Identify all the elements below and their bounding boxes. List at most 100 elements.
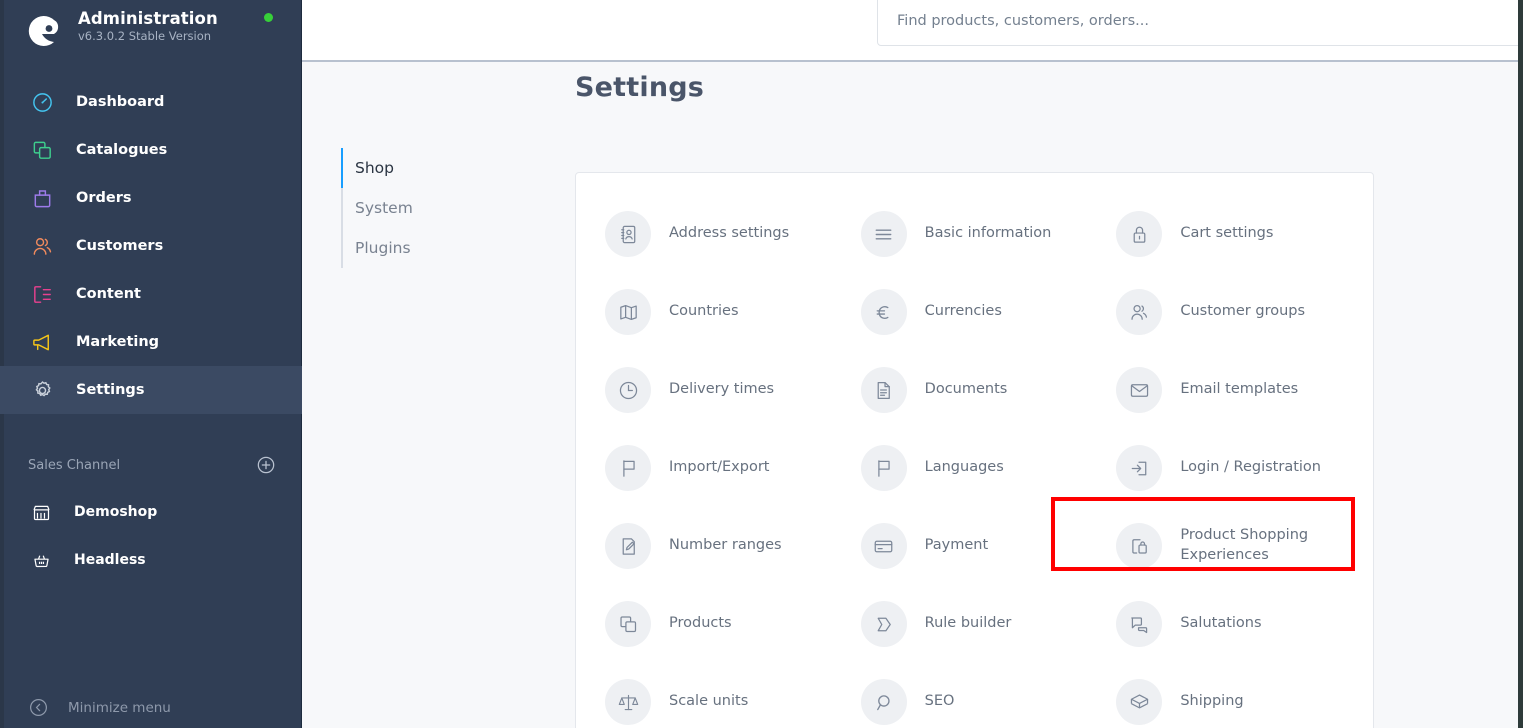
settings-tile-products[interactable]: Products <box>596 585 852 663</box>
settings-gear-icon <box>28 376 56 404</box>
settings-tile-label: Scale units <box>669 693 749 710</box>
sales-channel-list: Demoshop Headless <box>0 488 302 584</box>
sales-channel-demoshop[interactable]: Demoshop <box>0 488 302 536</box>
settings-tile-label: Countries <box>669 303 739 320</box>
right-edge-strip <box>1518 0 1523 728</box>
content-layout-icon <box>28 280 56 308</box>
settings-tile-import-export[interactable]: Import/Export <box>596 429 852 507</box>
sidebar-item-customers[interactable]: Customers <box>0 222 302 270</box>
settings-tile-grid: Address settings Basic information Cart … <box>576 173 1373 728</box>
settings-tile-label: Delivery times <box>669 381 775 398</box>
chevron-left-circle-icon <box>28 697 50 719</box>
subnav-label: Shop <box>355 159 394 177</box>
storefront-icon <box>28 499 54 525</box>
settings-tile-product-shopping-experiences[interactable]: Product Shopping Experiences <box>1107 507 1363 585</box>
settings-tile-label: Languages <box>924 459 1004 476</box>
settings-tile-delivery-times[interactable]: Delivery times <box>596 351 852 429</box>
plus-circle-icon[interactable] <box>256 455 276 475</box>
settings-tile-label: Products <box>669 615 732 632</box>
settings-tile-cart-settings[interactable]: Cart settings <box>1107 195 1363 273</box>
sidebar-item-label: Dashboard <box>76 94 165 110</box>
minimize-menu-label: Minimize menu <box>68 700 171 716</box>
products-stack-icon <box>605 601 651 647</box>
sales-channel-label: Demoshop <box>74 504 158 520</box>
euro-icon <box>860 289 907 335</box>
active-indicator <box>341 148 343 188</box>
settings-tile-label: Product Shopping Experiences <box>1180 527 1309 563</box>
envelope-icon <box>1116 367 1163 413</box>
flag-icon <box>860 445 907 491</box>
settings-tile-email-templates[interactable]: Email templates <box>1107 351 1363 429</box>
login-arrow-icon <box>1116 445 1163 491</box>
subnav-label: Plugins <box>355 239 411 257</box>
settings-tile-label: Address settings <box>669 225 790 242</box>
minimize-menu-button[interactable]: Minimize menu <box>0 688 302 728</box>
settings-tile-seo[interactable]: SEO <box>852 663 1108 728</box>
settings-tile-label: Shipping <box>1180 693 1244 710</box>
sidebar-item-dashboard[interactable]: Dashboard <box>0 78 302 126</box>
catalogues-copy-icon <box>28 136 56 164</box>
active-indicator <box>341 188 343 228</box>
subnav-item-shop[interactable]: Shop <box>341 148 541 188</box>
lock-icon <box>1116 211 1163 257</box>
pencil-document-icon <box>605 523 651 569</box>
settings-tile-label: Email templates <box>1180 381 1299 398</box>
settings-tile-currencies[interactable]: Currencies <box>852 273 1108 351</box>
primary-navigation: Dashboard Catalogues Orders Customers Co… <box>0 78 302 414</box>
settings-tile-salutations[interactable]: Salutations <box>1107 585 1363 663</box>
subnav-label: System <box>355 199 413 217</box>
settings-tile-shipping[interactable]: Shipping <box>1107 663 1363 728</box>
subnav-item-system[interactable]: System <box>343 188 541 228</box>
settings-tile-rule-builder[interactable]: Rule builder <box>852 585 1108 663</box>
settings-tile-login-registration[interactable]: Login / Registration <box>1107 429 1363 507</box>
sidebar-item-label: Content <box>76 286 141 302</box>
sales-channel-headless[interactable]: Headless <box>0 536 302 584</box>
settings-tile-label: Customer groups <box>1180 303 1306 320</box>
settings-tile-address-settings[interactable]: Address settings <box>596 195 852 273</box>
sales-channel-label: Headless <box>74 552 146 568</box>
status-dot <box>264 13 273 22</box>
credit-card-icon <box>860 523 907 569</box>
settings-tile-label: SEO <box>924 693 955 710</box>
headless-basket-icon <box>28 547 54 573</box>
dashboard-gauge-icon <box>28 88 56 116</box>
settings-tile-label: Basic information <box>924 225 1052 242</box>
settings-tile-basic-information[interactable]: Basic information <box>852 195 1108 273</box>
settings-card: Address settings Basic information Cart … <box>575 172 1374 728</box>
document-icon <box>860 367 907 413</box>
sidebar-item-label: Marketing <box>76 334 160 350</box>
main-content-area: Settings Shop System Plugins Address set… <box>302 62 1518 728</box>
hamburger-lines-icon <box>860 211 907 257</box>
sidebar-item-label: Catalogues <box>76 142 168 158</box>
sidebar-item-label: Customers <box>76 238 164 254</box>
sidebar-item-marketing[interactable]: Marketing <box>0 318 302 366</box>
active-indicator <box>341 228 343 268</box>
global-search-box[interactable] <box>877 0 1523 47</box>
settings-tile-customer-groups[interactable]: Customer groups <box>1107 273 1363 351</box>
settings-tile-number-ranges[interactable]: Number ranges <box>596 507 852 585</box>
search-input[interactable] <box>897 0 1523 47</box>
settings-tile-languages[interactable]: Languages <box>852 429 1108 507</box>
settings-tile-label: Login / Registration <box>1180 459 1321 476</box>
magnifier-icon <box>860 679 907 725</box>
address-book-icon <box>605 211 651 257</box>
sidebar-item-settings[interactable]: Settings <box>0 366 302 414</box>
orders-bag-icon <box>28 184 56 212</box>
settings-tile-scale-units[interactable]: Scale units <box>596 663 852 728</box>
sidebar-item-catalogues[interactable]: Catalogues <box>0 126 302 174</box>
sidebar-item-label: Orders <box>76 190 132 206</box>
sidebar-item-orders[interactable]: Orders <box>0 174 302 222</box>
settings-tile-countries[interactable]: Countries <box>596 273 852 351</box>
map-icon <box>605 289 651 335</box>
settings-tile-label: Currencies <box>924 303 1002 320</box>
settings-tile-documents[interactable]: Documents <box>852 351 1108 429</box>
sales-channel-header: Sales Channel <box>0 448 302 482</box>
sidebar-item-content[interactable]: Content <box>0 270 302 318</box>
settings-tile-label: Import/Export <box>669 459 770 476</box>
subnav-item-plugins[interactable]: Plugins <box>343 228 541 268</box>
shopware-logo-icon <box>24 12 62 50</box>
main-sidebar: Administration v6.3.0.2 Stable Version D… <box>0 0 302 728</box>
brand-title: Administration <box>78 9 218 28</box>
settings-tile-payment[interactable]: Payment <box>852 507 1108 585</box>
settings-tile-label: Number ranges <box>669 537 782 554</box>
